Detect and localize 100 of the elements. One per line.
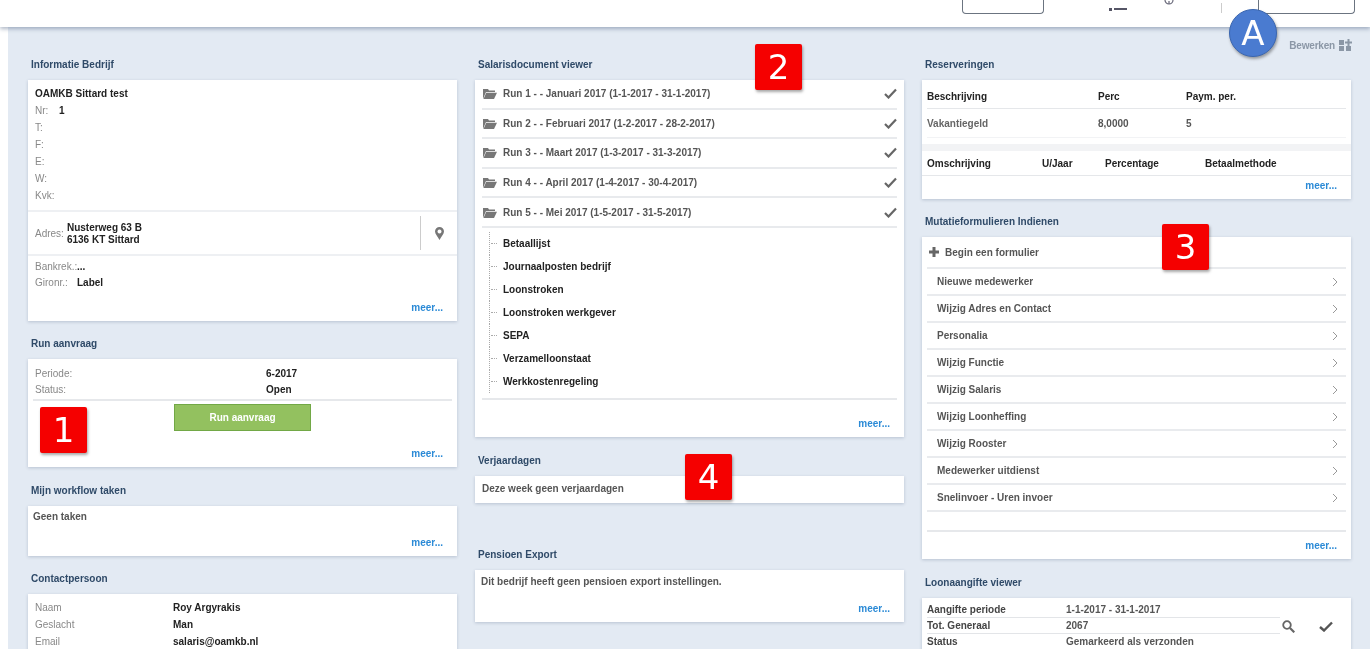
section-title: Pensioen Export [477,548,557,562]
field-label: E: [35,156,46,167]
document-link[interactable]: SEPA [503,329,530,341]
field-value: 2067 [1066,620,1090,631]
column-header: Perc [1098,91,1121,102]
callout-marker: 4 [685,454,732,500]
list-icon[interactable] [1109,6,1127,12]
field-value: Roy Argyrakis [173,602,242,613]
section-title: Contactpersoon [30,572,108,586]
more-link[interactable]: meer... [411,448,443,459]
section-title: Informatie Bedrijf [30,58,114,72]
field-value: 1 [59,105,66,116]
field-value: Gemarkeerd als verzonden [1066,636,1195,647]
folder-icon [483,147,497,159]
header-button[interactable] [1258,0,1355,14]
table-cell-text: 8,0000 [1098,117,1130,129]
field-value: Label [77,276,105,288]
folder-icon [483,117,497,129]
chevron-right-icon [1332,492,1338,503]
column-header: Beschrijving [927,91,989,102]
address-line: 6136 KT Sittard [66,233,141,245]
column-header: U/Jaar [1042,157,1074,169]
field-value: 6-2017 [266,367,299,379]
grid-icon[interactable] [1339,38,1352,52]
field-label: W: [35,173,49,184]
field-label: Nr: [35,105,50,116]
folder-icon [483,206,497,218]
field-label: Adres: [35,227,64,239]
column-header: Betaalmethode [1205,157,1278,169]
run-row[interactable]: Run 4 - - April 2017 (1-4-2017 - 30-4-2017) [482,168,897,199]
field-label: Gironr.: [35,276,69,288]
run-row[interactable]: Run 3 - - Maart 2017 (1-3-2017 - 31-3-2017) [482,139,897,169]
form-item[interactable]: Wijzig Rooster [927,431,1346,458]
field-label: Aangifte periode [927,604,1007,615]
empty-message: Geen taken [33,511,87,522]
more-link[interactable]: meer... [411,302,443,313]
check-icon[interactable] [1319,620,1333,632]
field-label: Status: [35,383,68,395]
more-link[interactable]: meer... [1305,180,1337,191]
field-label: Status [927,636,959,647]
field-label: T: [35,122,44,133]
callout-marker: 2 [755,44,802,90]
form-item[interactable]: Wijzig Loonheffing [927,404,1346,431]
plus-icon [929,247,939,257]
empty-message: Dit bedrijf heeft geen pensioen export instellingen. [481,576,722,587]
section-title: Reserveringen [924,58,995,72]
start-form-link[interactable]: Begin een formulier [945,246,1039,258]
form-item[interactable]: Snelinvoer - Uren invoer [927,485,1346,512]
section-title: Mijn workflow taken [30,484,126,498]
column-header: Paym. per. [1186,91,1238,102]
field-label: Naam [35,602,63,613]
run-row[interactable]: Run 1 - - Januari 2017 (1-1-2017 - 31-1-2017) [482,80,897,110]
field-value: salaris@oamkb.nl [173,636,260,647]
section-title: Run aanvraag [30,337,98,351]
section-title: Loonaangifte viewer [924,576,1022,590]
form-item[interactable]: Medewerker uitdienst [927,458,1346,485]
chevron-right-icon [1332,303,1338,314]
field-value: Open [266,383,293,395]
more-link[interactable]: meer... [858,603,890,614]
search-icon[interactable] [1282,619,1295,633]
document-link[interactable]: Betaallijst [503,237,551,249]
field-label: Tot. Generaal [927,620,992,631]
more-link[interactable]: meer... [1305,540,1337,551]
column-header: Percentage [1105,157,1160,169]
chevron-right-icon [1332,411,1338,422]
run-row[interactable]: Run 5 - - Mei 2017 (1-5-2017 - 31-5-2017) [482,198,897,228]
form-item[interactable]: Nieuwe medewerker [927,269,1346,296]
table-cell-text: Vakantiegeld [927,117,990,129]
empty-message: Deze week geen verjaardagen [482,483,624,494]
form-item[interactable]: Wijzig Adres en Contact [927,296,1346,323]
section-title: Salarisdocument viewer [477,58,593,72]
callout-marker: 3 [1162,224,1209,270]
document-link[interactable]: Verzamelloonstaat [503,352,591,364]
map-pin-icon[interactable] [434,226,444,240]
document-link[interactable]: Loonstroken [503,283,564,295]
field-label: Bankrek.: [35,260,77,272]
field-label: F: [35,139,45,150]
field-value: Man [173,619,194,630]
chevron-right-icon [1332,357,1338,368]
field-label: Periode: [35,367,74,379]
more-link[interactable]: meer... [858,418,890,429]
callout-marker: 1 [40,407,87,453]
chevron-right-icon [1332,438,1338,449]
document-link[interactable]: Werkkostenregeling [503,375,599,387]
header-button[interactable] [962,0,1044,14]
company-name: OAMKB Sittard test [35,87,128,99]
field-label: Email [35,636,61,647]
document-link[interactable]: Journaalposten bedrijf [503,260,611,272]
form-item[interactable]: Wijzig Salaris [927,377,1346,404]
folder-icon [483,177,497,189]
chevron-right-icon [1332,276,1338,287]
run-row[interactable]: Run 2 - - Februari 2017 (1-2-2017 - 28-2-2017) [482,109,897,140]
document-link[interactable]: Loonstroken werkgever [503,306,616,318]
chevron-right-icon [1332,384,1338,395]
chevron-right-icon [1332,330,1338,341]
more-link[interactable]: meer... [411,537,443,548]
form-item[interactable]: Personalia [927,323,1346,350]
folder-icon [483,88,497,100]
form-item[interactable]: Wijzig Functie [927,350,1346,377]
chevron-right-icon [1332,465,1338,476]
